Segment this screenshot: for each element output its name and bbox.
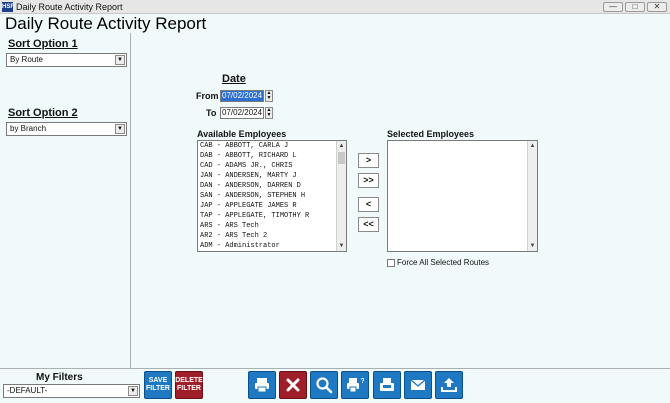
export-button[interactable] bbox=[435, 371, 463, 399]
add-selected-button[interactable]: > bbox=[358, 153, 379, 168]
list-item[interactable]: SAN - ANDERSON, STEPHEN H bbox=[198, 191, 346, 201]
preview-button[interactable] bbox=[310, 371, 338, 399]
list-item[interactable]: ADM - Administrator bbox=[198, 241, 346, 251]
list-item[interactable]: CAD - ADAMS JR., CHRIS bbox=[198, 161, 346, 171]
my-filters-select[interactable]: -DEFAULT- ▼ bbox=[3, 384, 140, 398]
fax-button[interactable] bbox=[373, 371, 401, 399]
print-options-button[interactable]: ? bbox=[341, 371, 369, 399]
selected-employees-label: Selected Employees bbox=[387, 129, 475, 139]
print-options-icon: ? bbox=[347, 378, 365, 393]
force-routes-label: Force All Selected Routes bbox=[397, 258, 490, 267]
my-filters-value: -DEFAULT- bbox=[7, 386, 48, 395]
from-label: From bbox=[196, 91, 219, 101]
title-bar: HSF Daily Route Activity Report — □ ✕ bbox=[0, 0, 670, 14]
remove-all-button[interactable]: << bbox=[358, 217, 379, 232]
svg-text:?: ? bbox=[361, 378, 365, 385]
available-employees-list[interactable]: CAB - ABBOTT, CARLA J DAB - ABBOTT, RICH… bbox=[197, 140, 347, 252]
delete-filter-button[interactable]: DELETE FILTER bbox=[175, 371, 203, 399]
sort-panel: Sort Option 1 By Route ▼ Sort Option 2 b… bbox=[0, 33, 131, 368]
cancel-button[interactable] bbox=[279, 371, 307, 399]
divider bbox=[0, 368, 670, 369]
chevron-down-icon[interactable]: ▼ bbox=[128, 386, 138, 396]
chevron-down-icon[interactable]: ▼ bbox=[115, 124, 125, 134]
selected-employees-list[interactable]: ▲ ▼ bbox=[387, 140, 538, 252]
page-title: Daily Route Activity Report bbox=[5, 14, 207, 33]
list-item[interactable]: DAN - ANDERSON, DARREN D bbox=[198, 181, 346, 191]
sort-option-2-label: Sort Option 2 bbox=[8, 107, 78, 119]
chevron-down-icon[interactable]: ▼ bbox=[115, 55, 125, 65]
to-date-spinner[interactable]: ▲ ▼ bbox=[265, 107, 273, 119]
sort-option-1-value: By Route bbox=[10, 55, 43, 64]
email-icon bbox=[410, 379, 426, 390]
list-item[interactable]: JAP - APPLEGATE JAMES R bbox=[198, 201, 346, 211]
close-button[interactable]: ✕ bbox=[647, 2, 667, 12]
app-logo-icon: HSF bbox=[2, 2, 14, 12]
preview-icon bbox=[316, 377, 333, 394]
scroll-up-icon[interactable]: ▲ bbox=[528, 141, 537, 151]
scroll-down-icon[interactable]: ▼ bbox=[528, 241, 537, 251]
vertical-scrollbar[interactable]: ▲ ▼ bbox=[527, 141, 537, 251]
sort-option-1-select[interactable]: By Route ▼ bbox=[6, 53, 127, 67]
list-item[interactable]: JAN - ANDERSEN, MARTY J bbox=[198, 171, 346, 181]
my-filters-label: My Filters bbox=[36, 372, 83, 383]
sort-option-2-select[interactable]: by Branch ▼ bbox=[6, 122, 127, 136]
vertical-scrollbar[interactable]: ▲ ▼ bbox=[336, 141, 346, 251]
list-item[interactable]: TAP - APPLEGATE, TIMOTHY R bbox=[198, 211, 346, 221]
list-item[interactable]: CAB - ABBOTT, CARLA J bbox=[198, 141, 346, 151]
from-date-input[interactable]: 07/02/2024 bbox=[220, 90, 264, 102]
scroll-up-icon[interactable]: ▲ bbox=[337, 141, 346, 151]
email-button[interactable] bbox=[404, 371, 432, 399]
scrollbar-thumb[interactable] bbox=[338, 152, 345, 164]
force-routes-checkbox[interactable] bbox=[387, 259, 395, 267]
list-item[interactable]: ARS - ARS Tech bbox=[198, 221, 346, 231]
date-heading: Date bbox=[222, 73, 246, 85]
list-item[interactable]: AR2 - ARS Tech 2 bbox=[198, 231, 346, 241]
to-label: To bbox=[206, 108, 217, 118]
to-date-input[interactable]: 07/02/2024 bbox=[220, 107, 264, 119]
sort-option-1-label: Sort Option 1 bbox=[8, 38, 78, 50]
fax-icon bbox=[380, 378, 394, 391]
sort-option-2-value: by Branch bbox=[10, 124, 47, 133]
export-icon bbox=[441, 378, 457, 392]
print-icon bbox=[255, 378, 269, 393]
from-date-spinner[interactable]: ▲ ▼ bbox=[265, 90, 273, 102]
add-all-button[interactable]: >> bbox=[358, 173, 379, 188]
scroll-down-icon[interactable]: ▼ bbox=[337, 241, 346, 251]
list-item[interactable]: DAB - ABBOTT, RICHARD L bbox=[198, 151, 346, 161]
minimize-button[interactable]: — bbox=[603, 2, 623, 12]
window-title: Daily Route Activity Report bbox=[16, 2, 123, 12]
print-button[interactable] bbox=[248, 371, 276, 399]
save-filter-button[interactable]: SAVE FILTER bbox=[144, 371, 172, 399]
remove-selected-button[interactable]: < bbox=[358, 197, 379, 212]
maximize-button[interactable]: □ bbox=[625, 2, 645, 12]
available-employees-label: Available Employees bbox=[197, 129, 287, 139]
cancel-icon bbox=[286, 378, 300, 392]
